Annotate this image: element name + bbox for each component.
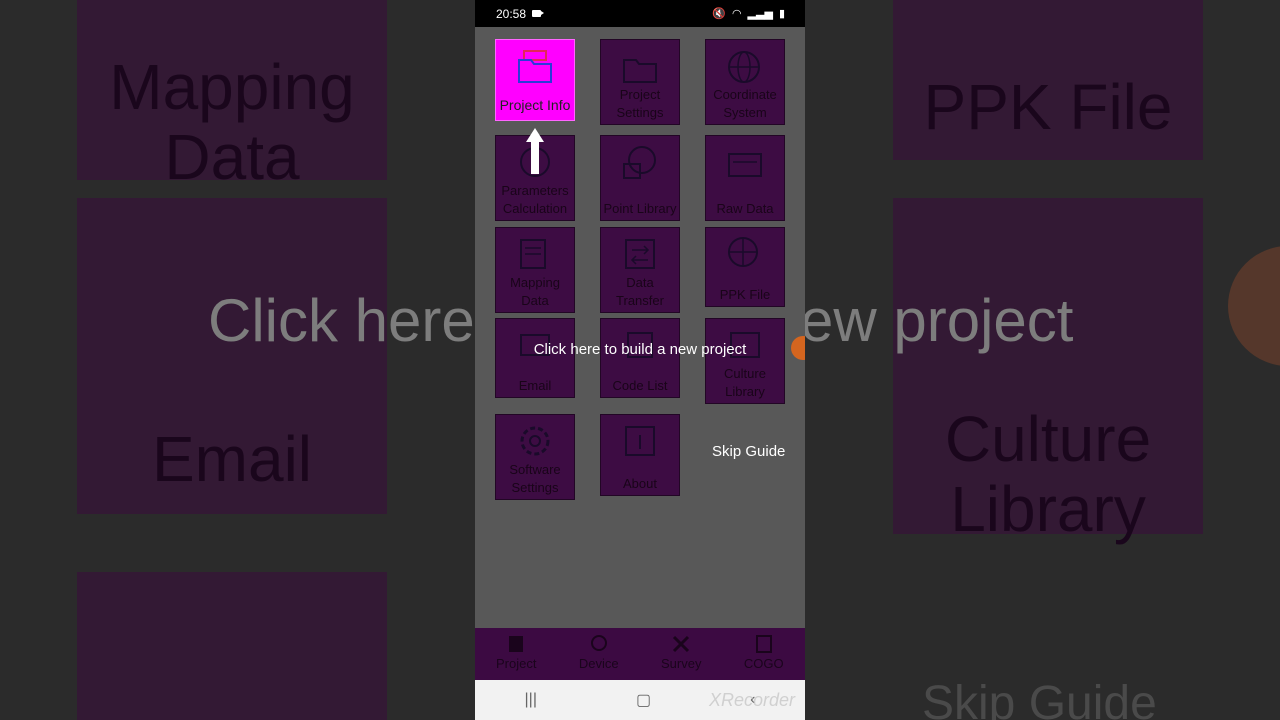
project-icon	[509, 636, 524, 652]
tile-data-transfer[interactable]: Data Transfer	[600, 227, 680, 313]
nav-device[interactable]: Device	[558, 628, 641, 680]
nav-survey[interactable]: Survey	[640, 628, 723, 680]
guide-message: Click here to build a new project	[533, 341, 747, 358]
bg-label: PPK File	[923, 71, 1173, 143]
info-icon	[625, 426, 655, 456]
tile-about[interactable]: About	[600, 414, 680, 496]
tile-culture-library[interactable]: Culture Library	[705, 318, 785, 404]
tile-label: Point Library	[603, 201, 677, 216]
nav-label: COGO	[743, 656, 784, 671]
bg-skip-text: Skip Guide	[922, 677, 1157, 720]
skip-guide-button[interactable]: Skip Guide	[712, 443, 785, 460]
globe-list-icon	[623, 146, 656, 179]
phone-screen: 20:58 🔇 ◠ ▂▃▅ ▮ Project Info Project Set…	[475, 0, 805, 720]
bg-guide-text: ew project	[800, 287, 1074, 354]
arrow-up-icon	[526, 128, 544, 174]
tile-label: Culture Library	[724, 366, 766, 399]
bg-label: Mapping Data	[109, 51, 355, 194]
nav-cogo[interactable]: COGO	[723, 628, 806, 680]
tile-label: Raw Data	[716, 201, 774, 216]
tile-label: Code List	[612, 378, 668, 393]
tile-label: Mapping Data	[510, 275, 560, 308]
recents-icon[interactable]: |||	[525, 691, 537, 709]
tile-label: Parameters Calculation	[501, 183, 569, 216]
tile-code-list[interactable]: Code List	[600, 318, 680, 398]
tile-label: PPK File	[719, 287, 771, 302]
tile-label: Email	[518, 378, 552, 393]
survey-icon	[673, 635, 690, 653]
nav-label: Project	[496, 656, 537, 671]
tile-ppk-file[interactable]: PPK File	[705, 227, 785, 307]
bg-dot	[1228, 246, 1280, 366]
globe-pin-icon	[728, 51, 760, 83]
recording-icon	[532, 10, 545, 17]
tile-label: Project Settings	[616, 87, 664, 120]
bg-tile	[77, 572, 387, 720]
nav-label: Device	[578, 656, 619, 671]
tile-project-settings[interactable]: Project Settings	[600, 39, 680, 125]
mute-icon: 🔇	[712, 8, 726, 20]
tile-raw-data[interactable]: Raw Data	[705, 135, 785, 221]
nav-project[interactable]: Project	[475, 628, 558, 680]
bg-label: Email	[151, 423, 313, 495]
battery-icon: ▮	[778, 8, 785, 20]
data-folder-icon	[728, 153, 762, 177]
tile-project-info[interactable]: Project Info	[495, 39, 575, 121]
tile-point-library[interactable]: Point Library	[600, 135, 680, 221]
device-icon	[590, 635, 607, 651]
tile-label: Data Transfer	[616, 275, 664, 308]
globe-file-icon	[728, 237, 758, 267]
transfer-icon	[625, 239, 655, 269]
cogo-icon	[755, 635, 772, 653]
bottom-navigation: Project Device Survey COGO	[475, 628, 805, 680]
bg-guide-text: Click here	[208, 287, 475, 354]
tile-label: Project Info	[499, 97, 571, 113]
tile-mapping-data[interactable]: Mapping Data	[495, 227, 575, 313]
tile-email[interactable]: Email	[495, 318, 575, 398]
folder-icon	[518, 50, 552, 83]
folder-settings-icon	[623, 59, 657, 83]
home-icon[interactable]: ▢	[636, 690, 651, 710]
wifi-icon: ◠	[731, 8, 742, 20]
document-pen-icon	[520, 239, 546, 269]
watermark: XRecorder	[708, 690, 795, 710]
tile-label: About	[623, 476, 657, 491]
nav-label: Survey	[661, 656, 702, 671]
tile-label: Coordinate System	[713, 87, 777, 120]
signal-icon: ▂▃▅	[747, 8, 773, 20]
status-bar: 20:58 🔇 ◠ ▂▃▅ ▮	[475, 0, 805, 27]
gear-icon	[520, 426, 550, 456]
status-time: 20:58	[496, 6, 527, 21]
tile-software-settings[interactable]: Software Settings	[495, 414, 575, 500]
tile-coordinate-system[interactable]: Coordinate System	[705, 39, 785, 125]
tile-label: Software Settings	[509, 462, 561, 495]
bg-label: Culture Library	[944, 403, 1152, 546]
